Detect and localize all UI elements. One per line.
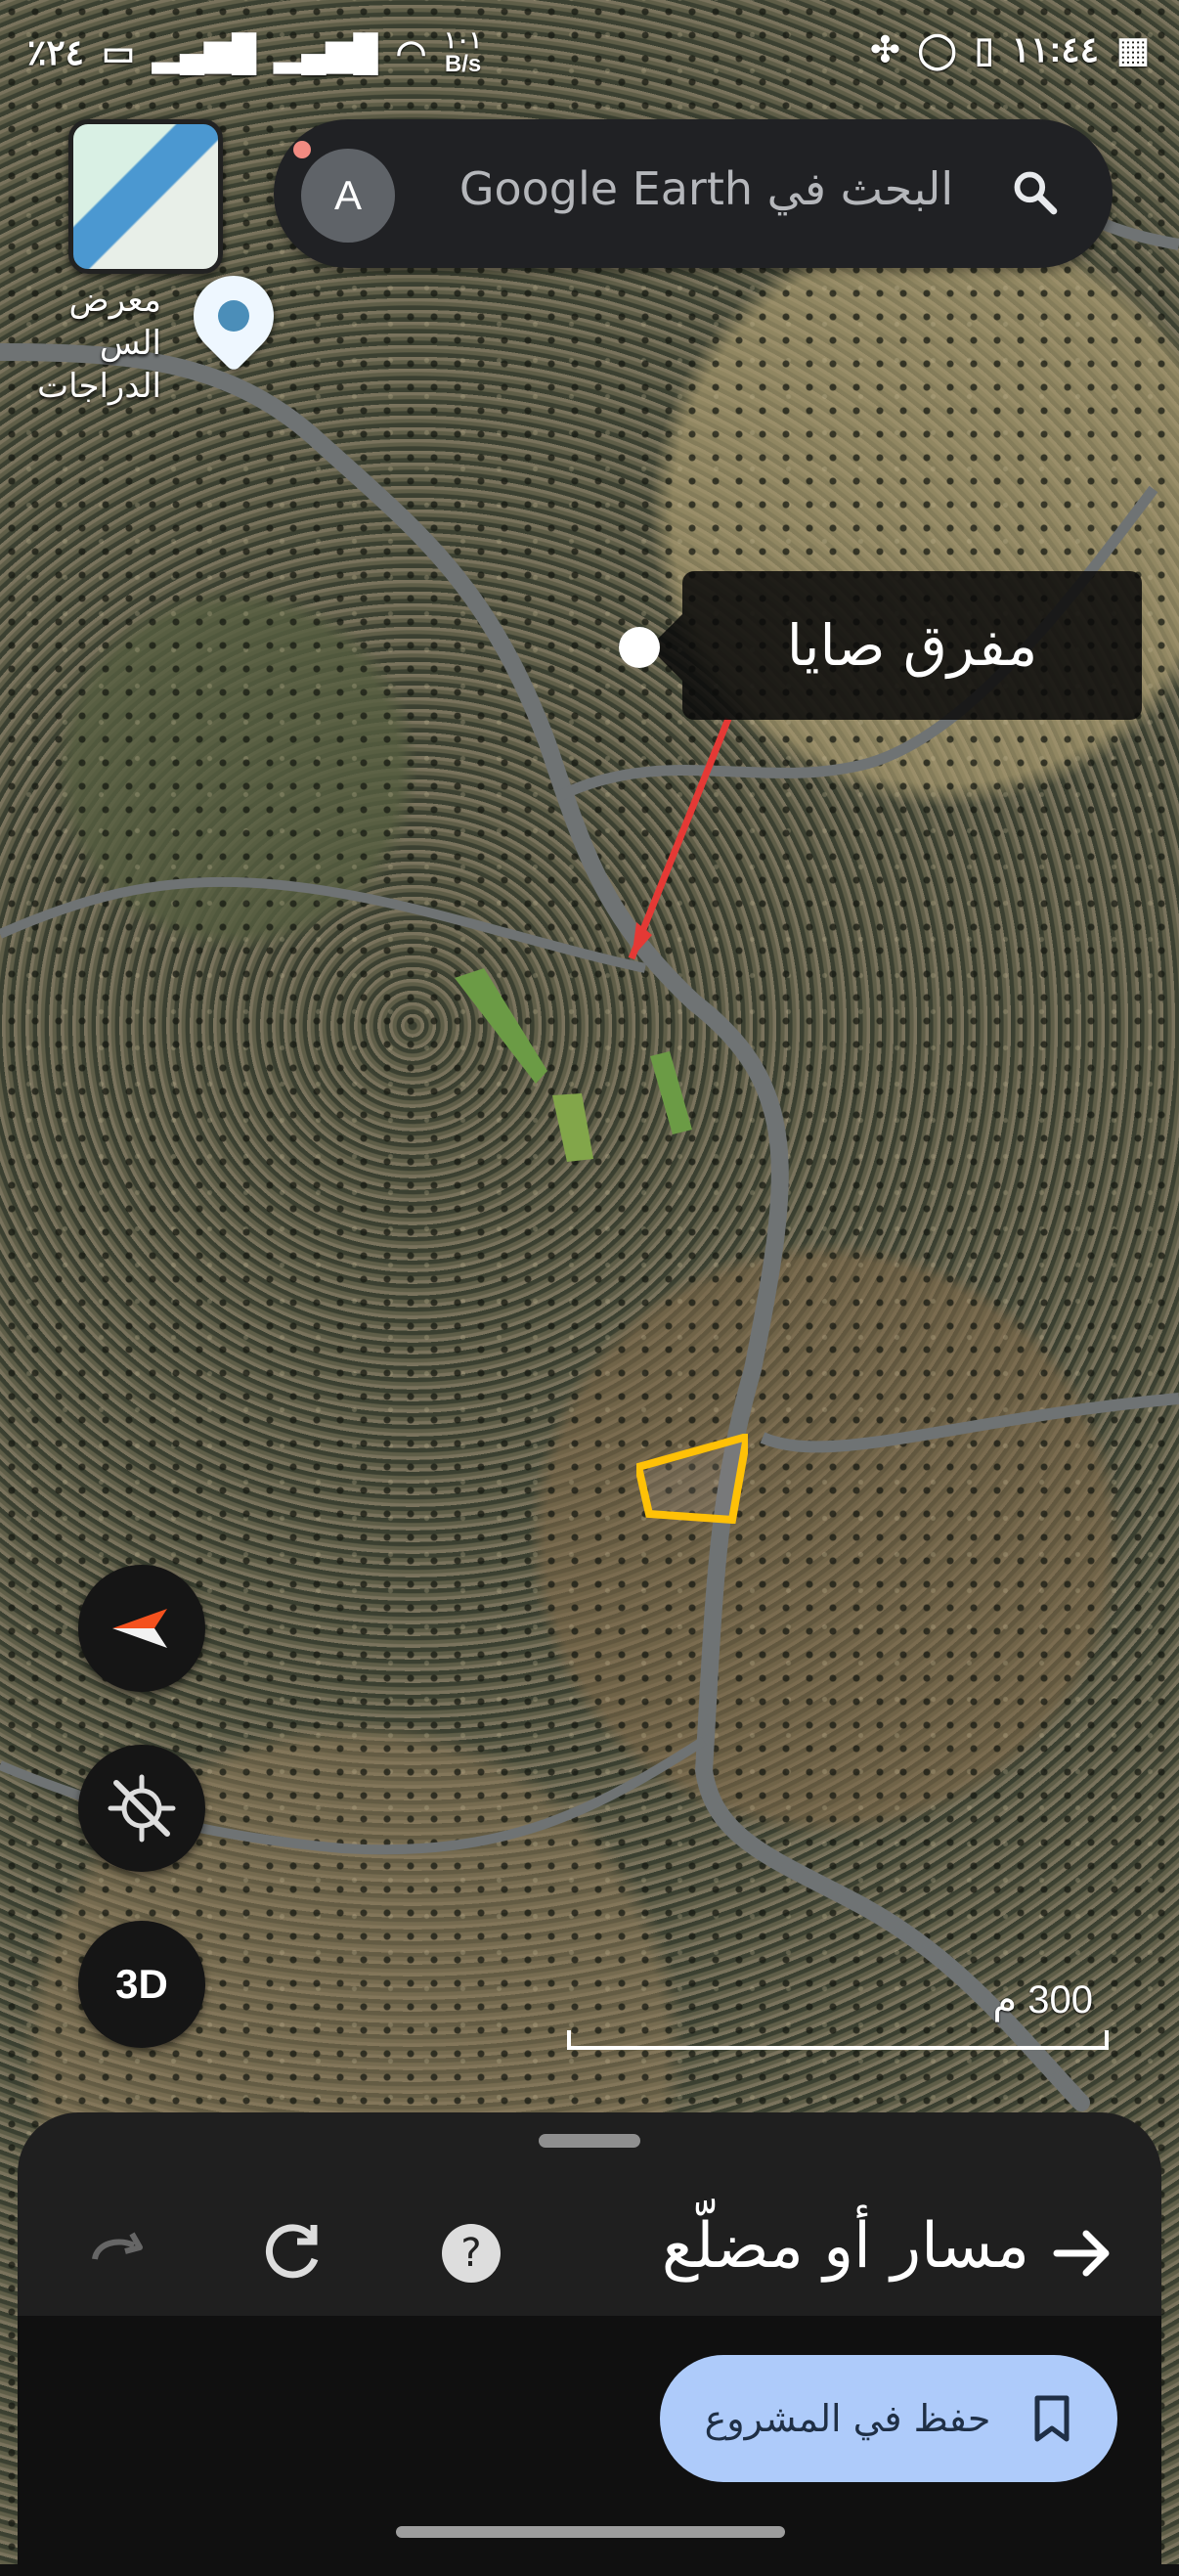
chatgpt-icon: ✣	[870, 29, 900, 69]
map-scale: 300 م	[567, 1977, 1113, 2050]
green-field-2	[650, 1051, 692, 1134]
status-left: ٪٢٤ ▭ ▂▄▆█ ▂▄▆█ ◠ ١٠١ B/s	[27, 29, 482, 76]
account-avatar[interactable]: A	[301, 149, 395, 243]
clock: ١١:٤٤	[1011, 29, 1099, 69]
status-right: ✣ ◯ ▯ ١١:٤٤ ▦	[870, 29, 1150, 70]
location-button[interactable]	[78, 1745, 205, 1872]
place-label: معرض الس الدراجات	[37, 281, 161, 406]
side-road-1	[0, 876, 647, 973]
compass-icon	[112, 1609, 167, 1648]
search-bar[interactable]: A البحث في Google Earth	[274, 119, 1113, 268]
green-field-1	[455, 968, 547, 1084]
three-d-label: 3D	[115, 1961, 168, 2007]
junction-dot	[619, 627, 660, 668]
save-to-project-button[interactable]: حفظ في المشروع	[660, 2355, 1117, 2482]
scale-line	[567, 2030, 1109, 2050]
redo-icon[interactable]	[81, 2218, 152, 2288]
grid-icon: ▦	[1115, 29, 1150, 69]
help-icon[interactable]: ?	[436, 2218, 506, 2288]
green-field-3	[552, 1093, 593, 1162]
signal-icon-2: ▂▄▆█	[274, 32, 378, 72]
bookmark-icon	[1034, 2395, 1070, 2442]
avatar-initial: A	[333, 172, 362, 218]
arrow-right-icon[interactable]	[1047, 2218, 1117, 2288]
search-placeholder[interactable]: البحث في Google Earth	[450, 162, 963, 215]
compass-button[interactable]	[78, 1565, 205, 1692]
side-road-3	[760, 1393, 1179, 1453]
search-icon[interactable]	[1007, 164, 1062, 219]
network-speed-unit: B/s	[444, 51, 482, 77]
bottom-sheet: ? مسار أو مضلّع حفظ في المشروع	[18, 2112, 1161, 2576]
wifi-icon: ◠	[395, 32, 427, 72]
battery-percent: ٪٢٤	[27, 32, 85, 72]
battery-icon: ▭	[102, 32, 136, 72]
signal-icon-1: ▂▄▆█	[153, 32, 257, 72]
whatsapp-icon: ◯	[917, 29, 957, 69]
junction-callout: مفرق صايا	[649, 571, 1142, 720]
sheet-handle[interactable]	[539, 2134, 640, 2148]
three-d-button[interactable]: 3D	[78, 1921, 205, 2048]
mini-map-button[interactable]	[68, 119, 223, 274]
notification-dot	[293, 141, 311, 158]
save-label: حفظ في المشروع	[704, 2397, 991, 2440]
scale-label: 300 م	[992, 1978, 1093, 2021]
route-or-polygon-label[interactable]: مسار أو مضلّع	[662, 2210, 1029, 2283]
vibrate-icon: ▯	[974, 29, 994, 69]
red-arrow	[628, 717, 732, 960]
status-bar: ٪٢٤ ▭ ▂▄▆█ ▂▄▆█ ◠ ١٠١ B/s ✣ ◯ ▯ ١١:٤٤ ▦	[0, 0, 1179, 137]
parcel-outline	[636, 1434, 748, 1524]
refresh-icon[interactable]	[257, 2218, 328, 2288]
home-indicator[interactable]	[396, 2526, 785, 2538]
svg-text:?: ?	[460, 2231, 481, 2276]
network-speed: ١٠١ B/s	[444, 29, 482, 76]
network-speed-value: ١٠١	[444, 27, 482, 54]
drawing-toolbar: ? مسار أو مضلّع	[18, 2191, 1161, 2328]
callout-label: مفرق صايا	[786, 612, 1038, 679]
location-off-icon	[108, 1774, 176, 1843]
